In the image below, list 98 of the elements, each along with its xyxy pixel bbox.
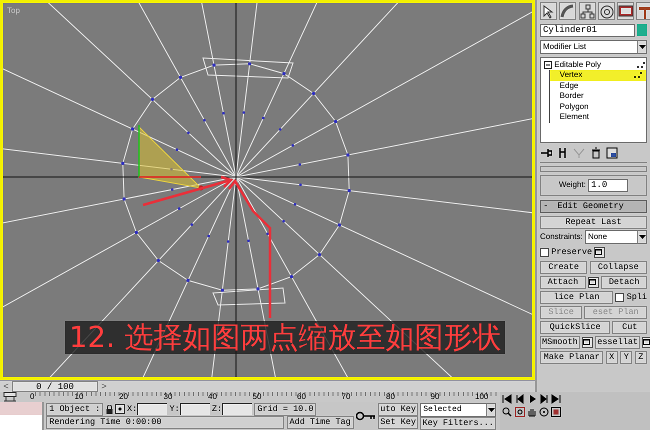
orbit-icon[interactable] (539, 406, 549, 416)
checkbox-label: Spli (626, 290, 647, 304)
lock-icon[interactable] (106, 404, 113, 414)
collapse-icon[interactable] (544, 60, 552, 69)
tick-label: 90 (430, 392, 440, 402)
checkbox[interactable] (615, 292, 624, 302)
weight-label: Weight: (558, 179, 586, 192)
tick-label: 60 (297, 392, 307, 402)
tick-label: 10 (74, 392, 84, 402)
weight-spinner[interactable]: 1.0 (588, 178, 628, 192)
tool-button[interactable]: Make Planar (540, 350, 604, 364)
sub-object-item[interactable]: Border (550, 91, 646, 102)
configure-icon[interactable] (606, 147, 618, 160)
key-mode-dropdown[interactable]: Selected (420, 402, 496, 416)
add-time-tag-button[interactable]: Add Time Tag (286, 416, 354, 429)
go-to-end-icon[interactable] (551, 394, 562, 404)
go-to-start-icon[interactable] (502, 394, 512, 404)
panel-tab[interactable] (617, 2, 634, 20)
sub-object-item[interactable]: Element (550, 112, 646, 122)
viewport[interactable]: Top 12. 选择如图两点缩放至如图形状 (0, 0, 535, 380)
modifier-list-dropdown[interactable]: Modifier List (540, 40, 647, 54)
transform-mode-icon[interactable] (114, 404, 125, 414)
coordinate-field[interactable] (222, 403, 252, 415)
previous-frame-button[interactable]: < (0, 381, 12, 392)
sub-object-icon (633, 71, 643, 80)
settings-icon[interactable] (642, 336, 650, 348)
coordinate-field[interactable] (137, 403, 168, 415)
tool-button[interactable]: Collapse (590, 260, 648, 274)
zoom-icon[interactable] (502, 406, 512, 416)
collapse-sign: - (542, 200, 548, 212)
selection-gizmo[interactable] (138, 125, 204, 190)
tool-button[interactable]: essellat (595, 336, 640, 349)
field-label: Constraints: (540, 231, 583, 244)
set-key-button[interactable]: Set Key (378, 416, 418, 429)
next-frame-icon[interactable] (539, 394, 549, 404)
panel-tab[interactable] (578, 2, 596, 20)
rollout-header[interactable]: - Edit Geometry (540, 200, 647, 213)
sub-object-icon (636, 60, 646, 69)
coordinate-label: X: (127, 402, 138, 416)
selection-count: 1 Object : (46, 402, 104, 416)
settings-icon[interactable] (594, 246, 606, 258)
stack-item[interactable]: Editable Poly (541, 60, 646, 70)
tick-label: 40 (208, 392, 218, 402)
tick-label: 70 (342, 392, 352, 402)
panel-tab[interactable] (559, 2, 576, 20)
tool-button[interactable]: QuickSlice (540, 320, 610, 334)
rollout-title: Edit Geometry (557, 200, 624, 212)
trash-icon[interactable] (590, 147, 602, 160)
tool-button[interactable]: Z (634, 350, 647, 364)
tool-button[interactable]: Y (620, 350, 632, 364)
tool-button[interactable]: lice Plan (540, 290, 614, 304)
dropdown-arrow-icon (488, 408, 495, 412)
panel-tab[interactable] (540, 2, 557, 20)
tool-button[interactable]: Detach (601, 276, 647, 289)
object-name-field[interactable]: Cylinder01 (540, 24, 635, 38)
sub-object-item[interactable]: Vertex (550, 70, 646, 80)
checkbox-label: Preserve (551, 246, 592, 259)
zoom-all-icon[interactable] (514, 406, 524, 416)
dropdown-arrow-icon (638, 235, 646, 240)
maximize-icon[interactable] (551, 406, 562, 416)
pan-hand-icon[interactable] (526, 406, 537, 416)
time-slider[interactable]: < 0 / 100 > (0, 380, 535, 392)
coordinate-label: Y: (169, 402, 180, 416)
tool-button[interactable]: Cut (612, 320, 648, 334)
coordinate-label: Z: (212, 402, 222, 416)
next-frame-button[interactable]: > (98, 381, 110, 392)
settings-icon[interactable] (588, 276, 599, 288)
tick-label: 100 (475, 392, 490, 402)
dropdown-arrow-icon (638, 44, 646, 48)
auto-key-button[interactable]: uto Key (378, 403, 418, 416)
listener-input[interactable] (0, 415, 42, 430)
time-slider-thumb[interactable]: 0 / 100 (12, 381, 98, 392)
tool-button[interactable]: Attach (540, 276, 586, 289)
tool-button[interactable]: Create (540, 260, 588, 274)
panel-tab[interactable] (598, 2, 615, 20)
modifier-stack[interactable]: Editable Poly Vertex Edge Border Polygon Element (540, 56, 647, 142)
key-icon[interactable] (356, 411, 376, 421)
settings-icon[interactable] (582, 336, 593, 348)
tool-button[interactable]: X (606, 350, 618, 364)
tick-label: 50 (252, 392, 262, 402)
grid-size: Grid = 10.0 (254, 402, 316, 416)
pin-icon[interactable] (540, 147, 552, 160)
tick-label: 0 (30, 392, 36, 402)
tick-label: 30 (164, 392, 174, 402)
sub-object-item[interactable]: Polygon (550, 102, 646, 112)
color-swatch[interactable] (637, 24, 647, 36)
constraints-dropdown[interactable]: None (584, 230, 647, 244)
checkbox[interactable] (540, 248, 549, 257)
tick-label: 80 (386, 392, 396, 402)
stack-item-label: Editable Poly (554, 60, 601, 70)
sub-object-item[interactable]: Edge (550, 80, 646, 91)
tick-label: 20 (119, 392, 129, 402)
tool-button[interactable]: Repeat Last (540, 216, 647, 229)
previous-frame-icon[interactable] (514, 394, 524, 404)
tool-button[interactable]: MSmooth (540, 336, 580, 349)
key-filters-button[interactable]: Key Filters... (420, 416, 496, 430)
coordinate-field[interactable] (180, 403, 210, 415)
annotation-text: 12. 选择如图两点缩放至如图形状 (65, 321, 506, 354)
